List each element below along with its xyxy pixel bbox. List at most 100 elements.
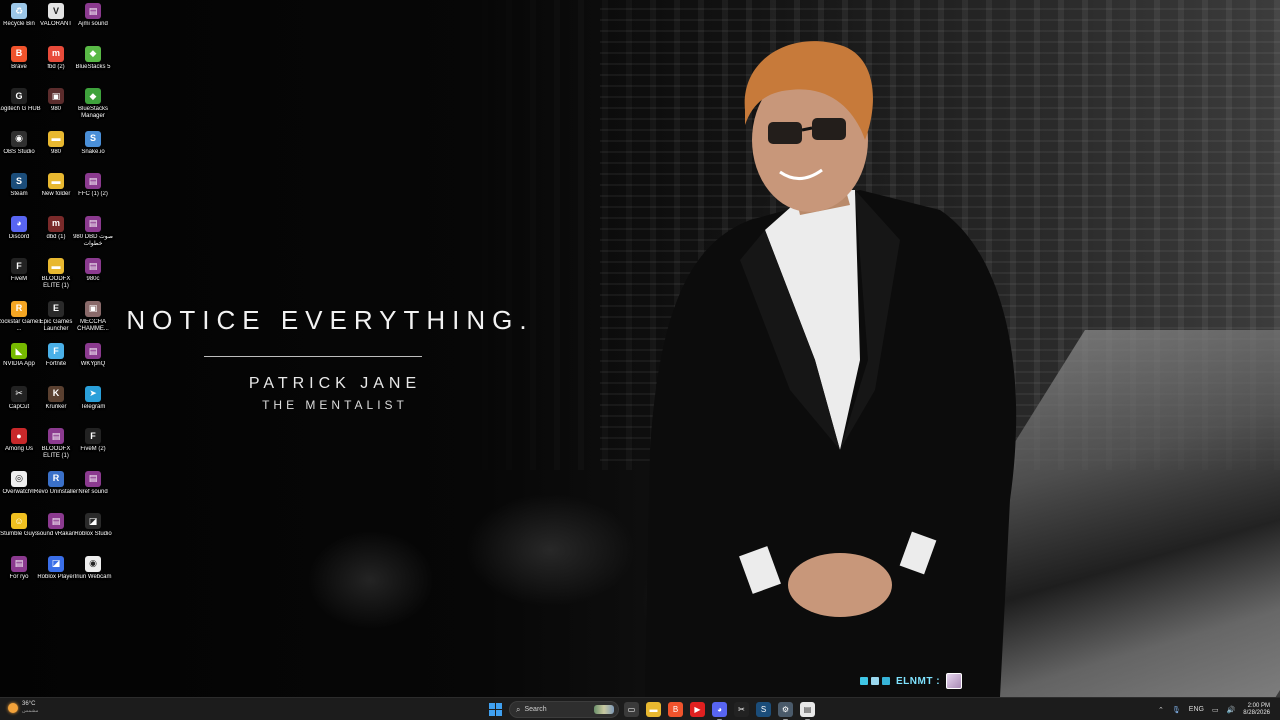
overlay-logo-icon	[871, 677, 879, 685]
wallpaper-portrait	[645, 41, 1017, 697]
desktop-icon-label: FFC (1) (2)	[78, 191, 108, 197]
taskbar: 36°C مشمس ⌕ Search ▭ ▬ B ▶ ◕ ✂ S ⚙ ▤ ⌃ 🎙 ENG ▭ 🔊…	[0, 697, 1280, 720]
desktop-icon[interactable]: ▤ 980c	[74, 258, 112, 298]
chevron-up-icon[interactable]: ⌃	[1158, 706, 1164, 714]
desktop-icon-label: Ajmi sound	[78, 21, 108, 27]
volume-icon[interactable]: 🔊	[1227, 706, 1236, 714]
search-icon: ⌕	[516, 704, 521, 714]
steam-icon: S	[11, 173, 27, 189]
desktop-icon[interactable]: S Snake.io	[74, 130, 112, 171]
desktop-icon[interactable]: ◆ BlueStacks 5	[74, 45, 112, 86]
winrar-icon: ▤	[11, 555, 27, 572]
language-indicator[interactable]: ENG	[1189, 706, 1204, 713]
clock-date: 8/28/2026	[1243, 709, 1270, 716]
capcut-icon[interactable]: ✂	[734, 702, 749, 717]
network-icon[interactable]: ▭	[1212, 706, 1219, 714]
roblox-studio-icon: ◪	[85, 513, 101, 529]
notepad-icon[interactable]: ▤	[800, 702, 815, 720]
desktop-icon-label: MECCHA CHAMME...	[77, 318, 109, 332]
recycle-bin-icon: ♻	[11, 3, 27, 19]
desktop-icon[interactable]: ▤ WKYphQ	[74, 343, 112, 383]
folder-icon: ▬	[48, 258, 64, 274]
desktop-wallpaper: NOTICE EVERYTHING. PATRICK JANE THE MENT…	[0, 0, 1280, 697]
desktop-icon-label: 980 DBD صوت خطوات	[73, 233, 113, 247]
among-us-icon: ●	[11, 428, 27, 444]
taskbar-search[interactable]: ⌕ Search	[509, 701, 619, 718]
desktop-icon-label: Iriun Webcam	[74, 573, 112, 580]
desktop-icon-label: BlueStacks 5	[75, 63, 111, 70]
sun-icon	[8, 702, 18, 713]
start-button[interactable]	[489, 703, 502, 716]
epic-games-icon: E	[48, 300, 64, 317]
overlay-name: ELNMT :	[896, 675, 941, 687]
fivem-icon: F	[11, 258, 27, 274]
desktop-icon-label: BlueStacks Manager	[77, 106, 108, 119]
desktop-icon[interactable]: ▣ MECCHA CHAMME...	[74, 300, 112, 341]
overlay-logo-icon	[882, 677, 890, 685]
desktop-icon[interactable]: ▤ Ajmi sound	[74, 3, 112, 43]
clock[interactable]: 2:00 PM 8/28/2026	[1243, 703, 1270, 717]
logitech-icon: G	[11, 88, 27, 104]
overwatch-icon: ◎	[11, 470, 27, 487]
settings-icon[interactable]: ⚙	[778, 702, 793, 720]
desktop-icon[interactable]: ◪ Roblox Studio	[74, 513, 112, 553]
brave-icon: B	[11, 45, 27, 62]
quote-divider	[204, 356, 422, 357]
desktop-icon[interactable]: F FiveM (2)	[74, 428, 112, 468]
winrar-icon: ▤	[85, 215, 101, 232]
winrar-icon: ▤	[85, 470, 101, 487]
youtube-icon[interactable]: ▶	[690, 702, 705, 717]
overlay-avatar	[946, 673, 963, 689]
app-icon: ▣	[48, 88, 64, 104]
streamer-overlay: ELNMT :	[860, 672, 963, 690]
desktop-icon[interactable]: ▤ FFC (1) (2)	[74, 173, 112, 213]
desktop-icon-label: FiveM (2)	[80, 446, 106, 452]
snake-icon: S	[85, 130, 101, 147]
valorant-icon: V	[48, 3, 64, 19]
quote-author: PATRICK JANE	[248, 375, 422, 392]
nvidia-icon: ◣	[11, 343, 27, 359]
fivem-icon: m	[48, 215, 64, 232]
desktop-icon-label: Telegram	[80, 403, 106, 410]
overlay-logo-icon	[860, 677, 868, 685]
desktop-icon[interactable]: ➤ Telegram	[74, 385, 112, 426]
bluestacks-manager-icon: ◆	[85, 88, 101, 104]
desktop-icon-label: Roblox Studio	[74, 531, 112, 537]
file-explorer-icon[interactable]: ▬	[646, 702, 661, 717]
winrar-icon: ▤	[48, 513, 64, 529]
windows-logo-icon	[489, 703, 495, 709]
roblox-icon: ◪	[48, 555, 64, 572]
desktop-icon-label: 980c	[86, 276, 100, 282]
desktop-icon[interactable]: ▤ Nref sound	[74, 470, 112, 511]
discord-icon: ◕	[11, 215, 27, 232]
rockstar-icon: R	[11, 300, 27, 317]
telegram-icon: ➤	[85, 385, 101, 402]
discord-icon[interactable]: ◕	[712, 702, 727, 720]
weather-temp: 36°C	[22, 701, 36, 707]
app-icon: ▣	[85, 300, 101, 317]
steam-icon[interactable]: S	[756, 702, 771, 717]
winrar-icon: ▤	[85, 258, 101, 274]
brave-icon[interactable]: B	[668, 702, 683, 717]
winrar-icon: ▤	[85, 3, 101, 19]
desktop-icon[interactable]: ◆ BlueStacks Manager	[74, 88, 112, 128]
quote-text: NOTICE EVERYTHING.	[126, 305, 534, 335]
bluestacks-icon: ◆	[85, 45, 101, 62]
desktop-icon-label: Nref sound	[78, 488, 108, 495]
fivem-icon: F	[85, 428, 101, 444]
search-highlight-icon	[594, 705, 614, 714]
weather-widget[interactable]: 36°C مشمس	[8, 701, 38, 714]
stumble-guys-icon: ☺	[11, 513, 27, 529]
desktop-icon[interactable]: ▤ 980 DBD صوت خطوات	[73, 215, 113, 256]
microphone-icon[interactable]: 🎙	[1172, 706, 1181, 714]
fortnite-icon: F	[48, 343, 64, 359]
desktop-icon-label: WKYphQ	[80, 361, 106, 367]
system-tray: ⌃ 🎙 ENG ▭ 🔊 2:00 PM 8/28/2026	[1158, 698, 1280, 720]
task-view-icon[interactable]: ▭	[624, 702, 639, 717]
desktop-icon[interactable]: ◉ Iriun Webcam	[74, 555, 112, 596]
krunker-icon: K	[48, 385, 64, 402]
weather-condition: مشمس	[22, 708, 39, 714]
capcut-icon: ✂	[11, 385, 27, 402]
winrar-icon: ▤	[85, 343, 101, 359]
desktop-icon-label: Snake.io	[81, 148, 105, 155]
